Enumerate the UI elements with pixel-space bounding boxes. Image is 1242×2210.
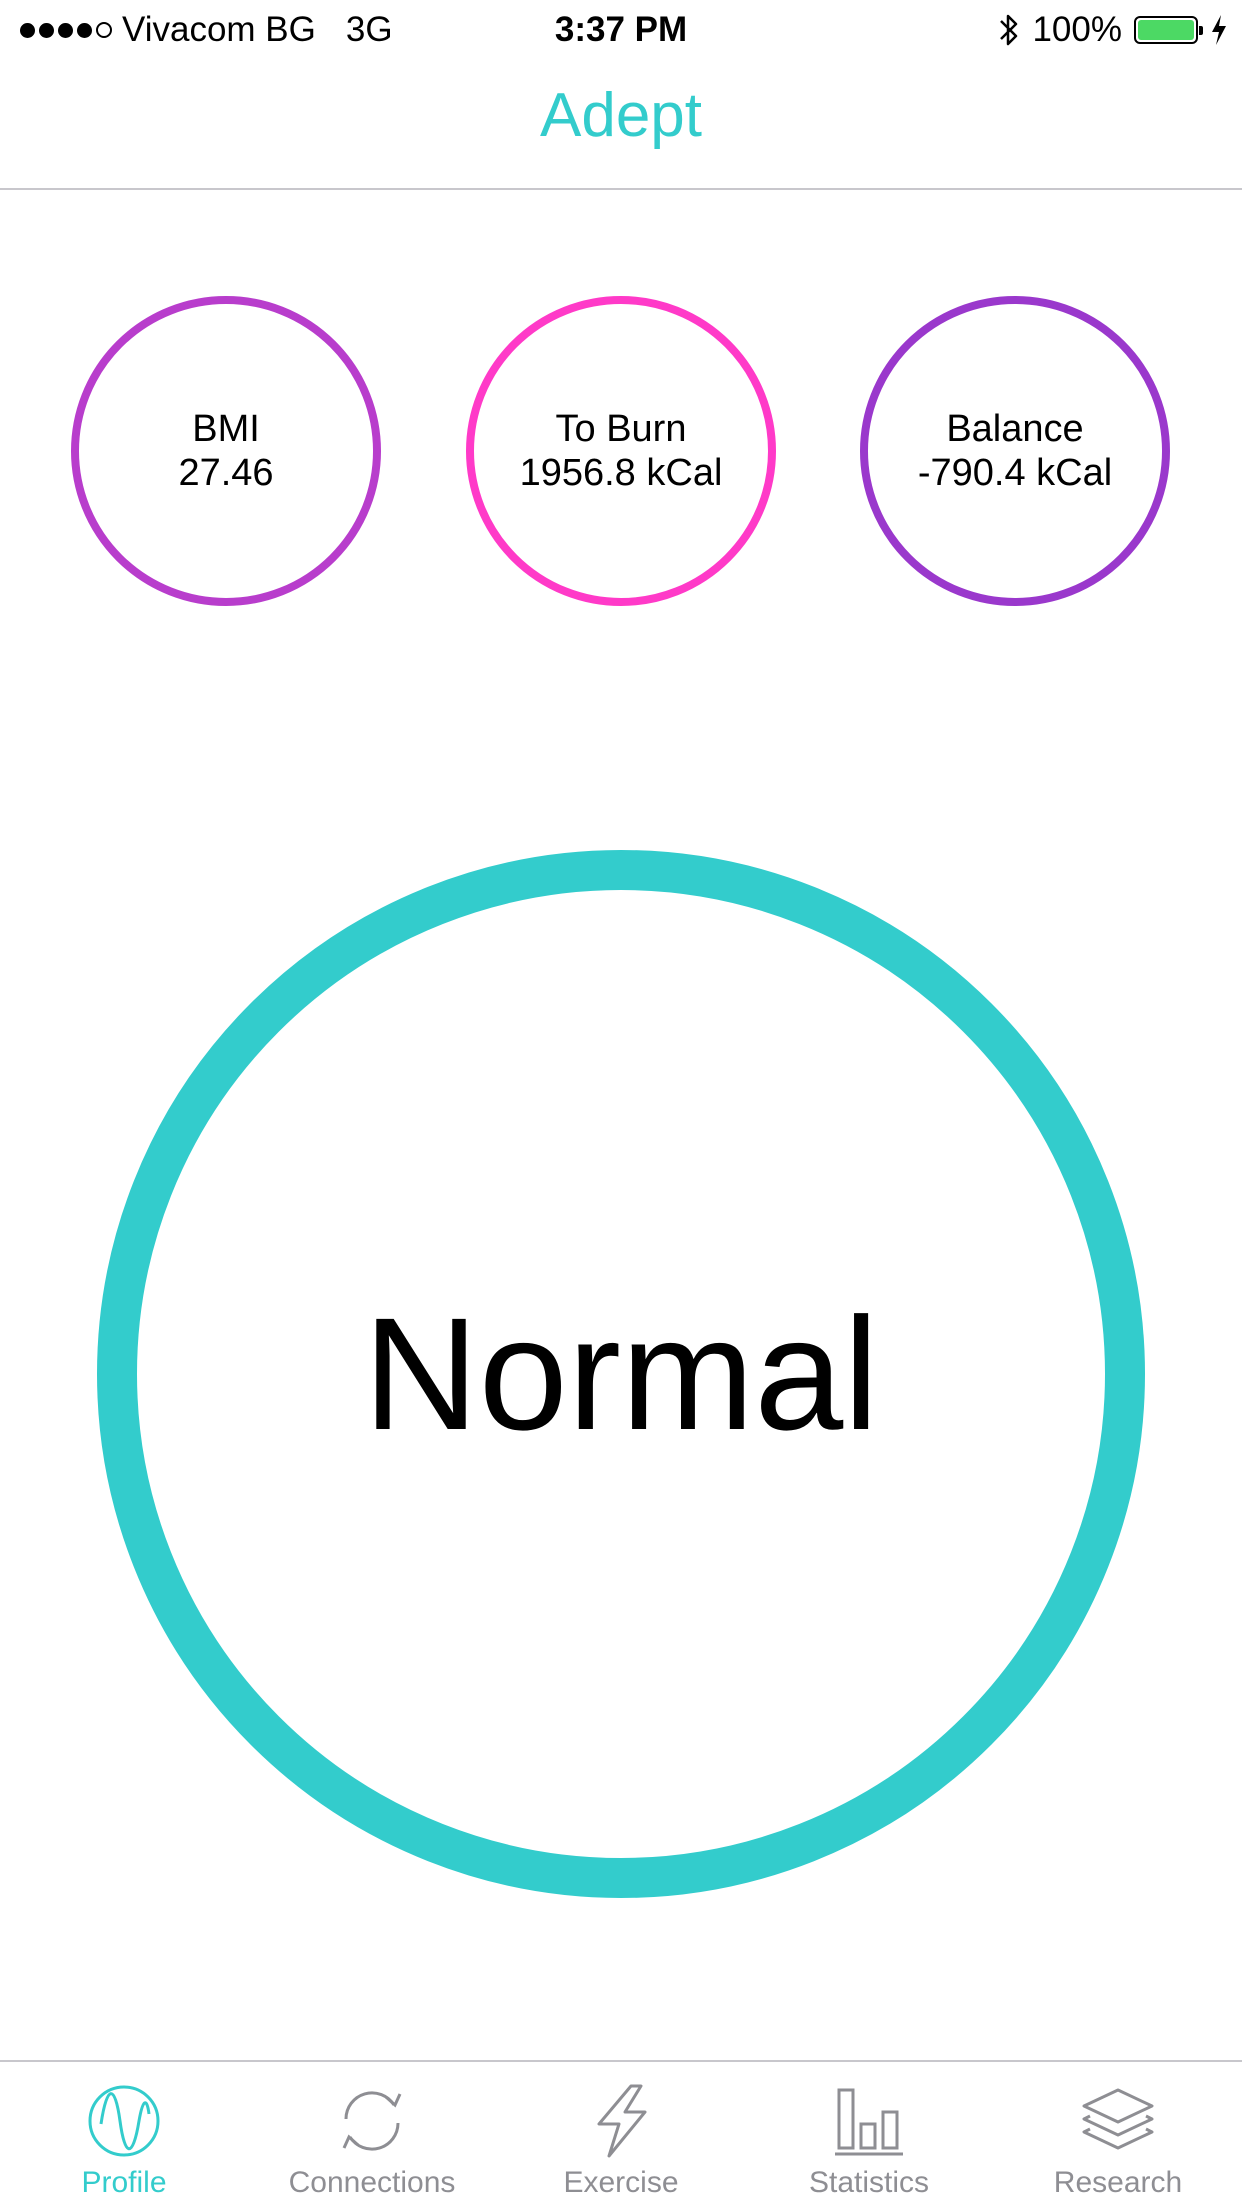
charging-bolt-icon bbox=[1212, 15, 1226, 45]
status-ring: Normal bbox=[97, 850, 1145, 1898]
balance-label: Balance bbox=[946, 408, 1084, 450]
battery-fill bbox=[1138, 20, 1194, 40]
to-burn-value: 1956.8 kCal bbox=[519, 452, 723, 494]
status-right: 100% bbox=[998, 10, 1228, 50]
tab-label-statistics: Statistics bbox=[808, 2166, 930, 2199]
tab-bar: Profile Connections Exercise Statistics … bbox=[0, 2060, 1242, 2208]
tab-statistics[interactable]: Statistics bbox=[745, 2062, 993, 2210]
tab-research[interactable]: Research bbox=[994, 2062, 1242, 2210]
battery-percent: 100% bbox=[1032, 10, 1122, 49]
bluetooth-icon bbox=[1000, 14, 1018, 46]
balance-value: -790.4 kCal bbox=[917, 452, 1113, 494]
page-title: Adept bbox=[539, 81, 703, 150]
to-burn-label: To Burn bbox=[555, 408, 687, 450]
bmi-value: 27.46 bbox=[178, 452, 274, 494]
sync-icon bbox=[342, 2091, 402, 2151]
tab-label-connections: Connections bbox=[288, 2166, 456, 2199]
status-bar: Vivacom BG 3G 3:37 PM 100% bbox=[0, 0, 1242, 60]
to-burn-circle: To Burn 1956.8 kCal bbox=[466, 296, 776, 606]
bar-chart-icon bbox=[835, 2088, 903, 2156]
bmi-label: BMI bbox=[192, 408, 260, 450]
navigation-bar: Adept bbox=[0, 60, 1242, 190]
balance-circle: Balance -790.4 kCal bbox=[860, 296, 1170, 606]
tab-exercise[interactable]: Exercise bbox=[497, 2062, 745, 2210]
tab-profile[interactable]: Profile bbox=[0, 2062, 248, 2210]
wave-icon bbox=[88, 2085, 160, 2157]
battery-icon bbox=[1134, 16, 1203, 44]
tab-label-exercise: Exercise bbox=[563, 2166, 679, 2199]
status-label: Normal bbox=[363, 1284, 879, 1463]
tab-label-research: Research bbox=[1053, 2166, 1183, 2199]
tab-connections[interactable]: Connections bbox=[248, 2062, 496, 2210]
lightning-icon bbox=[597, 2084, 647, 2158]
bmi-circle: BMI 27.46 bbox=[71, 296, 381, 606]
layers-icon bbox=[1082, 2088, 1154, 2150]
tab-label-profile: Profile bbox=[81, 2166, 167, 2199]
